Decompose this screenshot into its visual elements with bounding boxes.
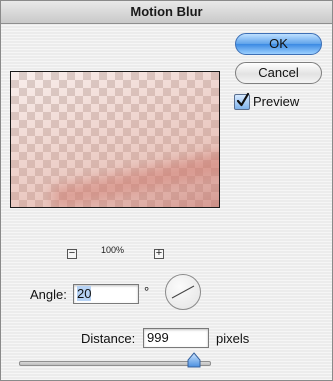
preview-area[interactable] bbox=[10, 71, 220, 208]
ok-button[interactable]: OK bbox=[235, 33, 322, 55]
angle-needle-icon bbox=[171, 285, 195, 299]
distance-value: 999 bbox=[147, 330, 169, 345]
minus-icon: − bbox=[68, 247, 76, 259]
zoom-out-button[interactable]: − bbox=[67, 247, 77, 259]
preview-checkbox[interactable] bbox=[234, 92, 250, 110]
motion-blur-dialog: Motion Blur OK Cancel Preview − 100% + A… bbox=[0, 0, 333, 381]
angle-label: Angle: bbox=[30, 287, 67, 302]
distance-slider-thumb[interactable] bbox=[187, 352, 201, 368]
distance-unit: pixels bbox=[216, 331, 250, 346]
zoom-in-button[interactable]: + bbox=[154, 247, 164, 259]
checkmark-icon bbox=[236, 92, 250, 107]
distance-input[interactable]: 999 bbox=[143, 328, 209, 348]
angle-value: 20 bbox=[77, 286, 92, 301]
degree-symbol: ° bbox=[144, 284, 150, 299]
distance-slider-track[interactable] bbox=[19, 361, 211, 366]
angle-dial[interactable] bbox=[165, 274, 201, 310]
cancel-button[interactable]: Cancel bbox=[235, 62, 322, 84]
distance-label: Distance: bbox=[81, 331, 136, 346]
plus-icon: + bbox=[155, 247, 163, 259]
preview-label: Preview bbox=[253, 94, 300, 109]
title-bar[interactable]: Motion Blur bbox=[1, 1, 332, 24]
zoom-level: 100% bbox=[101, 245, 125, 255]
angle-input[interactable]: 20 bbox=[73, 284, 139, 304]
dialog-title: Motion Blur bbox=[130, 4, 203, 19]
